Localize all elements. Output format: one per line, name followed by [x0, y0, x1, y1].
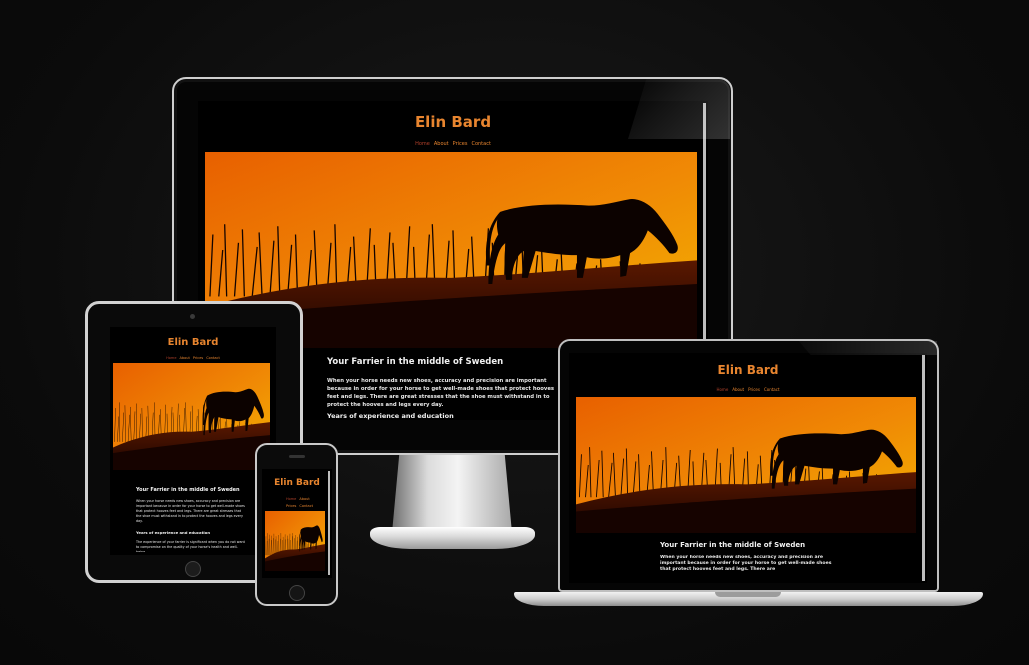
main-nav: Home About Prices Contact: [262, 497, 320, 508]
nav-prices[interactable]: Prices: [748, 387, 760, 392]
laptop-screen: Elin Bard Home About Prices Contact Your…: [569, 353, 927, 583]
phone-screen: Elin Bard Home About Prices Contact: [262, 469, 332, 578]
nav-about[interactable]: About: [434, 141, 449, 147]
nav-contact[interactable]: Contact: [299, 504, 313, 508]
content-intro: When your horse needs new shoes, accurac…: [660, 555, 832, 573]
phone-home-button[interactable]: [289, 585, 305, 601]
content-heading: Your Farrier in the middle of Sweden: [327, 357, 504, 367]
monitor-stand-foot: [370, 527, 535, 549]
laptop-glare: [798, 341, 937, 355]
nav-about[interactable]: About: [179, 356, 189, 360]
nav-contact[interactable]: Contact: [471, 141, 490, 147]
nav-home[interactable]: Home: [286, 497, 296, 501]
nav-about[interactable]: About: [299, 497, 309, 501]
content-subheading: Years of experience and education: [136, 530, 211, 535]
scrollbar[interactable]: [328, 471, 330, 575]
content-heading: Your Farrier in the middle of Sweden: [136, 487, 240, 493]
tablet-home-button[interactable]: [185, 561, 201, 577]
hero-image: [265, 511, 325, 571]
main-nav: Home About Prices Contact: [198, 141, 708, 147]
nav-contact[interactable]: Contact: [206, 356, 220, 360]
tablet-screen: Elin Bard Home About Prices Contact Your…: [110, 327, 276, 555]
main-nav: Home About Prices Contact: [569, 387, 927, 392]
nav-home[interactable]: Home: [166, 356, 176, 360]
scrollbar[interactable]: [922, 355, 925, 581]
hero-image: [576, 397, 916, 533]
hero-image: [113, 363, 270, 470]
site-title: Elin Bard: [167, 337, 219, 348]
content-heading: Your Farrier in the middle of Sweden: [660, 541, 806, 549]
nav-contact[interactable]: Contact: [764, 387, 780, 392]
site-title: Elin Bard: [274, 478, 320, 488]
content-subheading: Years of experience and education: [327, 412, 454, 420]
main-nav: Home About Prices Contact: [110, 356, 276, 360]
nav-prices[interactable]: Prices: [453, 141, 468, 147]
content-intro: When your horse needs new shoes, accurac…: [327, 378, 555, 408]
content-subtext: The experience of your farrier is signif…: [136, 540, 245, 552]
phone-speaker: [289, 455, 305, 458]
tablet-camera: [190, 314, 195, 319]
site-title: Elin Bard: [717, 363, 779, 377]
content-intro: When your horse needs new shoes, accurac…: [136, 499, 245, 523]
nav-home[interactable]: Home: [716, 387, 728, 392]
nav-about[interactable]: About: [732, 387, 744, 392]
laptop-notch: [715, 592, 781, 597]
nav-home[interactable]: Home: [415, 141, 430, 147]
nav-prices[interactable]: Prices: [193, 356, 203, 360]
nav-prices[interactable]: Prices: [286, 504, 296, 508]
monitor-stand-neck: [392, 455, 512, 533]
